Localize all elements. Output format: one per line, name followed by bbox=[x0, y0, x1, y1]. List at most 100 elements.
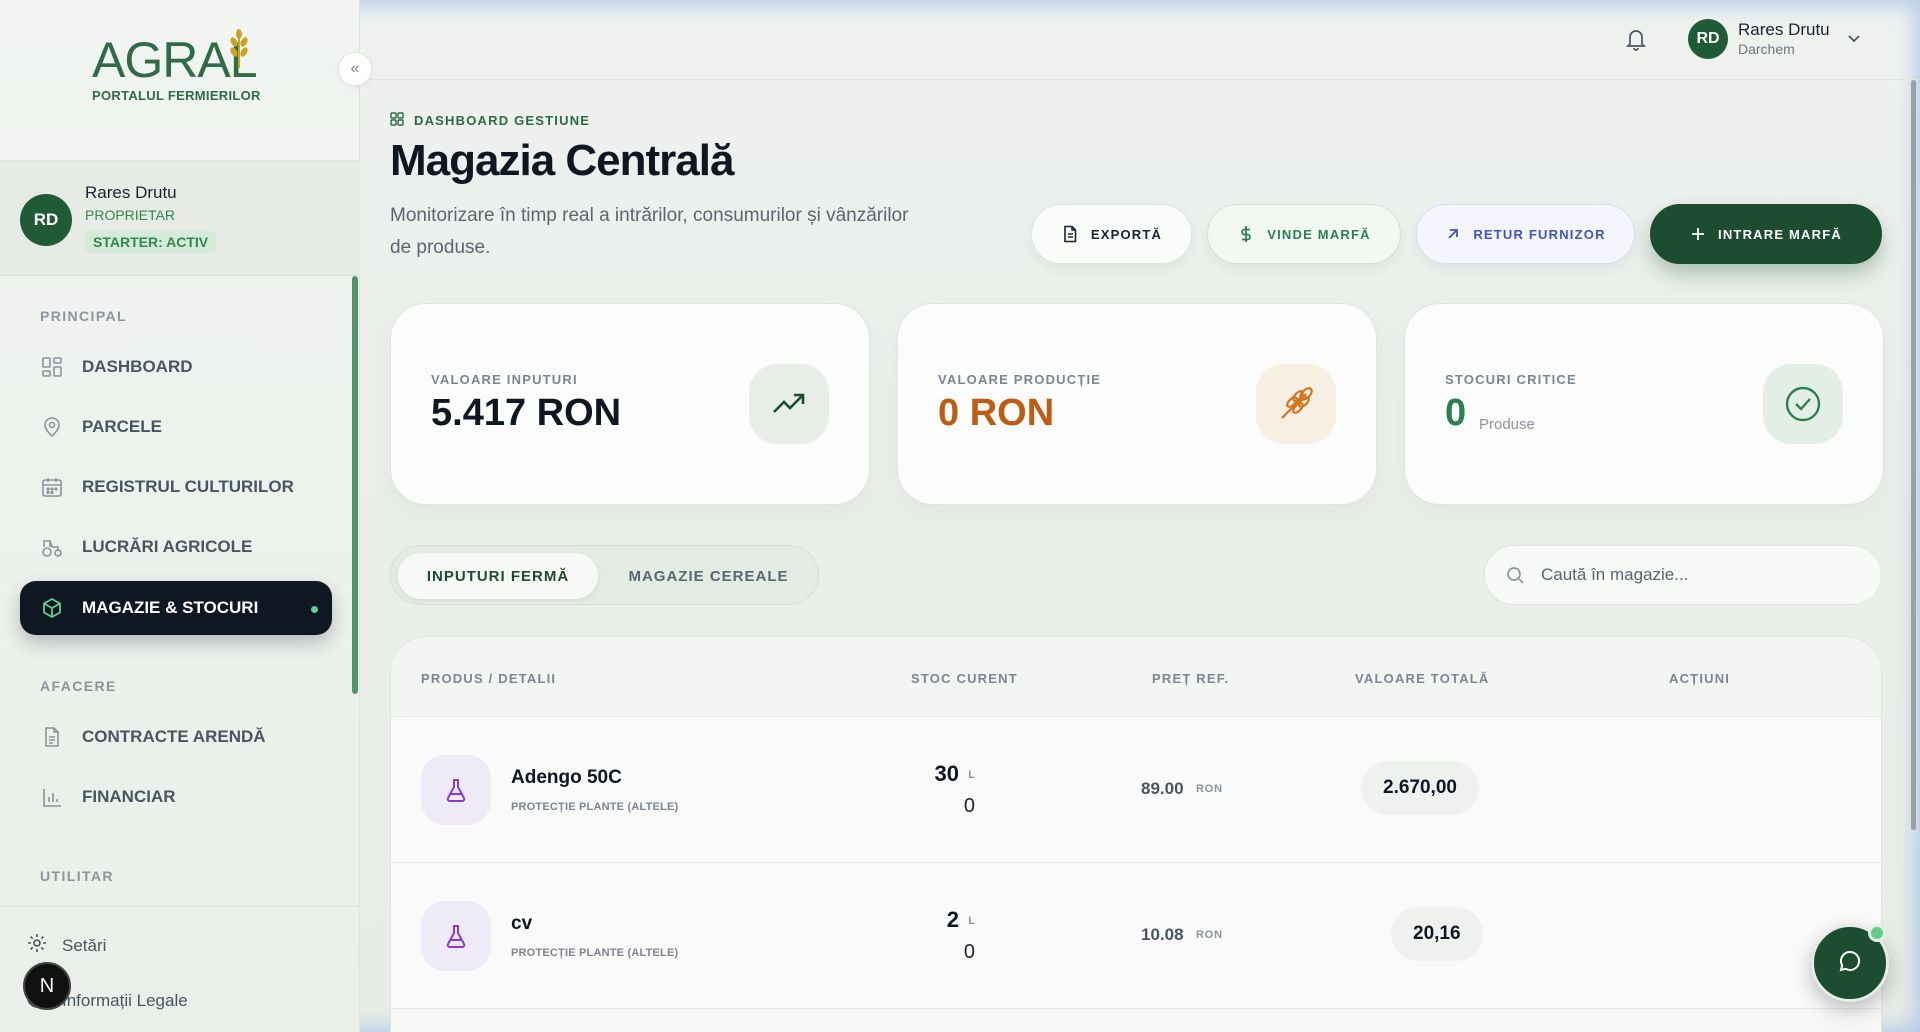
settings-label: Setări bbox=[62, 935, 107, 955]
settings-link[interactable]: Setări bbox=[26, 932, 106, 959]
flask-icon bbox=[421, 755, 491, 825]
breadcrumb-label: DASHBOARD GESTIUNE bbox=[414, 113, 591, 128]
sidebar-item-registrul-culturilor[interactable]: REGISTRUL CULTURILOR bbox=[20, 460, 332, 514]
goods-entry-button[interactable]: INTRARE MARFĂ bbox=[1650, 204, 1882, 264]
kpi-unit: Produse bbox=[1479, 416, 1535, 433]
topbar-avatar[interactable]: RD bbox=[1688, 19, 1728, 59]
page-scrollbar[interactable] bbox=[1911, 80, 1916, 830]
sidebar-item-label: REGISTRUL CULTURILOR bbox=[82, 477, 294, 496]
product-category: PROTECȚIE PLANTE (ALTELE) bbox=[511, 801, 679, 813]
goods-entry-label: INTRARE MARFĂ bbox=[1718, 226, 1842, 242]
tractor-icon bbox=[40, 535, 64, 559]
product-category: PROTECȚIE PLANTE (ALTELE) bbox=[511, 947, 679, 959]
sidebar-item-contracte-arenda[interactable]: CONTRACTE ARENDĂ bbox=[20, 710, 332, 764]
section-label-utilitar: UTILITAR bbox=[40, 868, 114, 884]
trending-up-icon bbox=[749, 364, 829, 444]
column-header-product: PRODUS / DETALII bbox=[421, 671, 557, 686]
sidebar-item-financiar[interactable]: FINANCIAR bbox=[20, 770, 332, 824]
export-button[interactable]: EXPORTĂ bbox=[1031, 204, 1192, 264]
column-header-actions: ACȚIUNI bbox=[1669, 671, 1731, 686]
sidebar-user-card[interactable]: RD Rares Drutu PROPRIETAR STARTER: ACTIV bbox=[0, 160, 360, 276]
chat-bubble-icon bbox=[1837, 948, 1863, 979]
tab-inputs-farm[interactable]: INPUTURI FERMĂ bbox=[398, 553, 598, 599]
sidebar-item-label: PARCELE bbox=[82, 417, 162, 436]
sidebar-item-dashboard[interactable]: DASHBOARD bbox=[20, 340, 332, 394]
stock-unit: L bbox=[968, 769, 975, 781]
column-header-stock: STOC CURENT bbox=[911, 671, 1018, 686]
stock-cell: 30 L 0 bbox=[861, 717, 985, 863]
kpi-label: STOCURI CRITICE bbox=[1445, 372, 1577, 387]
section-label-afacere: AFACERE bbox=[40, 678, 117, 694]
topbar bbox=[360, 0, 1920, 80]
page-description: Monitorizare în timp real a intrărilor, … bbox=[390, 205, 909, 258]
tab-grain-storage[interactable]: MAGAZIE CEREALE bbox=[606, 553, 811, 599]
table-row[interactable]: cv PROTECȚIE PLANTE (ALTELE) 2 L 0 10.08… bbox=[391, 863, 1881, 1009]
double-chevron-left-icon: « bbox=[350, 60, 360, 77]
table-row[interactable]: Adengo 50C PROTECȚIE PLANTE (ALTELE) 30 … bbox=[391, 717, 1881, 863]
return-supplier-label: RETUR FURNIZOR bbox=[1473, 226, 1606, 242]
product-name[interactable]: cv bbox=[511, 913, 532, 935]
package-icon bbox=[40, 596, 64, 620]
sidebar-item-lucrari-agricole[interactable]: LUCRĂRI AGRICOLE bbox=[20, 520, 332, 574]
sidebar-item-label: CONTRACTE ARENDĂ bbox=[82, 727, 266, 746]
stock-unit: L bbox=[968, 915, 975, 927]
sidebar-item-magazie-stocuri[interactable]: MAGAZIE & STOCURI bbox=[20, 581, 332, 635]
brand-tagline: PORTALUL FERMIERILOR bbox=[92, 88, 261, 103]
section-label-principal: PRINCIPAL bbox=[40, 308, 128, 324]
bell-icon[interactable] bbox=[1624, 26, 1648, 57]
flask-icon bbox=[421, 901, 491, 971]
topbar-user-name[interactable]: Rares Drutu bbox=[1738, 20, 1830, 40]
kpi-value: 0 RON bbox=[938, 392, 1055, 434]
sidebar-item-label: LUCRĂRI AGRICOLE bbox=[82, 537, 253, 556]
wheat-icon bbox=[1256, 364, 1336, 444]
map-pin-icon bbox=[40, 415, 64, 439]
legal-info-label: Informații Legale bbox=[62, 990, 188, 1010]
stock-quantity: 30 bbox=[934, 761, 959, 786]
sell-goods-label: VINDE MARFĂ bbox=[1267, 226, 1371, 242]
n-badge[interactable]: N bbox=[23, 962, 71, 1010]
stock-secondary: 0 bbox=[963, 795, 975, 817]
kpi-value: 0 bbox=[1445, 392, 1467, 434]
tab-group: INPUTURI FERMĂ MAGAZIE CEREALE bbox=[390, 545, 819, 605]
chevron-down-icon[interactable] bbox=[1846, 30, 1862, 51]
export-label: EXPORTĂ bbox=[1090, 226, 1163, 242]
sell-goods-button[interactable]: VINDE MARFĂ bbox=[1207, 204, 1401, 264]
plus-icon bbox=[1690, 226, 1706, 242]
total-value-badge: 2.670,00 bbox=[1361, 761, 1479, 815]
column-header-total: VALOARE TOTALĂ bbox=[1355, 671, 1490, 686]
stock-secondary: 0 bbox=[963, 941, 975, 963]
search-icon bbox=[1505, 565, 1525, 585]
reference-price: 10.08 bbox=[1141, 925, 1184, 944]
column-header-price: PREȚ REF. bbox=[1152, 671, 1230, 686]
arrow-up-right-icon bbox=[1445, 226, 1461, 242]
table-header: PRODUS / DETALII STOC CURENT PREȚ REF. V… bbox=[391, 637, 1881, 717]
product-name[interactable]: Adengo 50C bbox=[511, 767, 622, 789]
wheat-logo-icon bbox=[230, 29, 248, 68]
check-circle-icon bbox=[1763, 364, 1843, 444]
kpi-card-critical-stock: STOCURI CRITICE 0 Produse bbox=[1404, 303, 1884, 505]
sidebar-item-label: FINANCIAR bbox=[82, 787, 176, 806]
brand-logo[interactable]: AGRAL PORTALUL FERMIERILOR bbox=[92, 29, 272, 122]
bar-chart-icon bbox=[40, 785, 64, 809]
active-indicator bbox=[311, 606, 318, 613]
search-input[interactable] bbox=[1541, 565, 1861, 585]
grid-icon bbox=[40, 355, 64, 379]
sidebar-item-parcele[interactable]: PARCELE bbox=[20, 400, 332, 454]
price-currency: RON bbox=[1196, 929, 1223, 941]
calendar-icon bbox=[40, 475, 64, 499]
stock-table: PRODUS / DETALII STOC CURENT PREȚ REF. V… bbox=[390, 636, 1882, 1032]
kpi-label: VALOARE PRODUCȚIE bbox=[938, 372, 1102, 387]
dollar-icon bbox=[1237, 225, 1255, 243]
sidebar-scrollbar[interactable] bbox=[352, 276, 358, 694]
sidebar: AGRAL PORTALUL FERMIERILOR RD Rares Drut… bbox=[0, 0, 360, 1032]
return-supplier-button[interactable]: RETUR FURNIZOR bbox=[1416, 204, 1635, 264]
breadcrumb: DASHBOARD GESTIUNE bbox=[390, 112, 590, 129]
online-indicator bbox=[1868, 924, 1886, 942]
gear-icon bbox=[26, 932, 48, 959]
search-box[interactable] bbox=[1484, 545, 1882, 605]
kpi-card-production: VALOARE PRODUCȚIE 0 RON bbox=[897, 303, 1377, 505]
file-text-icon bbox=[1061, 225, 1079, 243]
reference-price: 89.00 bbox=[1141, 779, 1184, 798]
sidebar-item-label: DASHBOARD bbox=[82, 357, 193, 376]
collapse-sidebar-button[interactable]: « bbox=[338, 52, 372, 86]
